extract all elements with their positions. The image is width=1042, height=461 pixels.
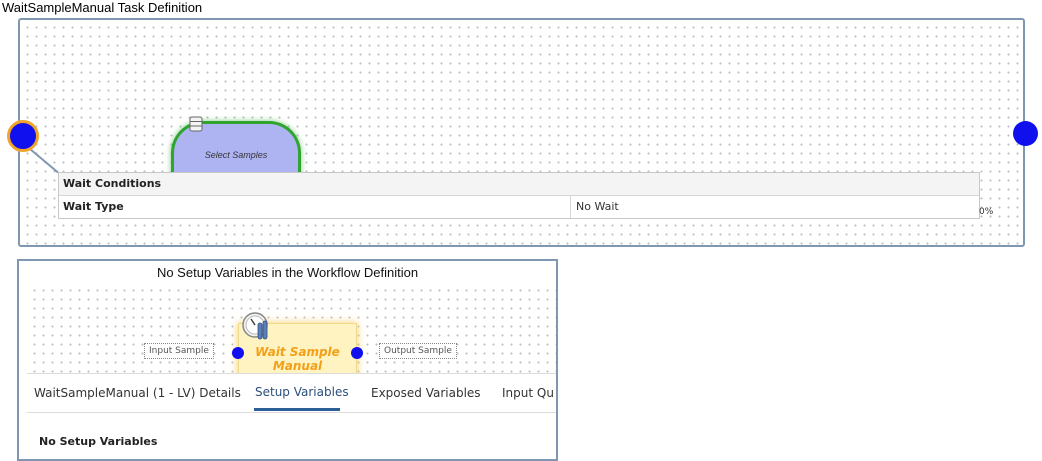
end-node[interactable] xyxy=(1013,121,1038,146)
no-setup-variables-message: No Setup Variables xyxy=(39,435,158,448)
wait-type-value[interactable]: No Wait xyxy=(571,196,619,218)
input-sample-label: Input Sample xyxy=(144,343,214,359)
tab-input-queue[interactable]: Input Qu xyxy=(502,386,554,400)
workflow-definition-panel: No Setup Variables in the Workflow Defin… xyxy=(17,259,558,461)
wait-type-row[interactable]: Wait Type No Wait xyxy=(59,196,979,218)
percent-fragment: 0% xyxy=(979,207,994,217)
page-title: WaitSampleManual Task Definition xyxy=(2,0,203,15)
wait-type-label: Wait Type xyxy=(59,196,571,218)
wait-sample-manual-label: Wait Sample Manual xyxy=(255,345,340,373)
output-sample-label: Output Sample xyxy=(379,343,457,359)
tab-setup-variables[interactable]: Setup Variables xyxy=(255,385,349,399)
start-node[interactable] xyxy=(7,120,39,152)
tab-exposed-variables[interactable]: Exposed Variables xyxy=(371,386,481,400)
wait-conditions-header: Wait Conditions xyxy=(59,173,979,196)
input-port[interactable] xyxy=(232,347,244,359)
select-samples-label: Select Samples xyxy=(204,150,268,160)
active-tab-indicator xyxy=(254,408,340,411)
output-port[interactable] xyxy=(351,347,363,359)
details-tab-bar: WaitSampleManual (1 - LV) Details Setup … xyxy=(27,373,556,413)
workflow-canvas[interactable]: Input Sample Output Sample Wait Sample Ma… xyxy=(27,283,556,389)
clock-icon xyxy=(242,312,268,340)
wait-conditions-table: Wait Conditions Wait Type No Wait xyxy=(58,172,980,219)
tab-details[interactable]: WaitSampleManual (1 - LV) Details xyxy=(34,386,241,400)
database-icon xyxy=(189,116,203,132)
workflow-panel-title: No Setup Variables in the Workflow Defin… xyxy=(156,265,419,280)
